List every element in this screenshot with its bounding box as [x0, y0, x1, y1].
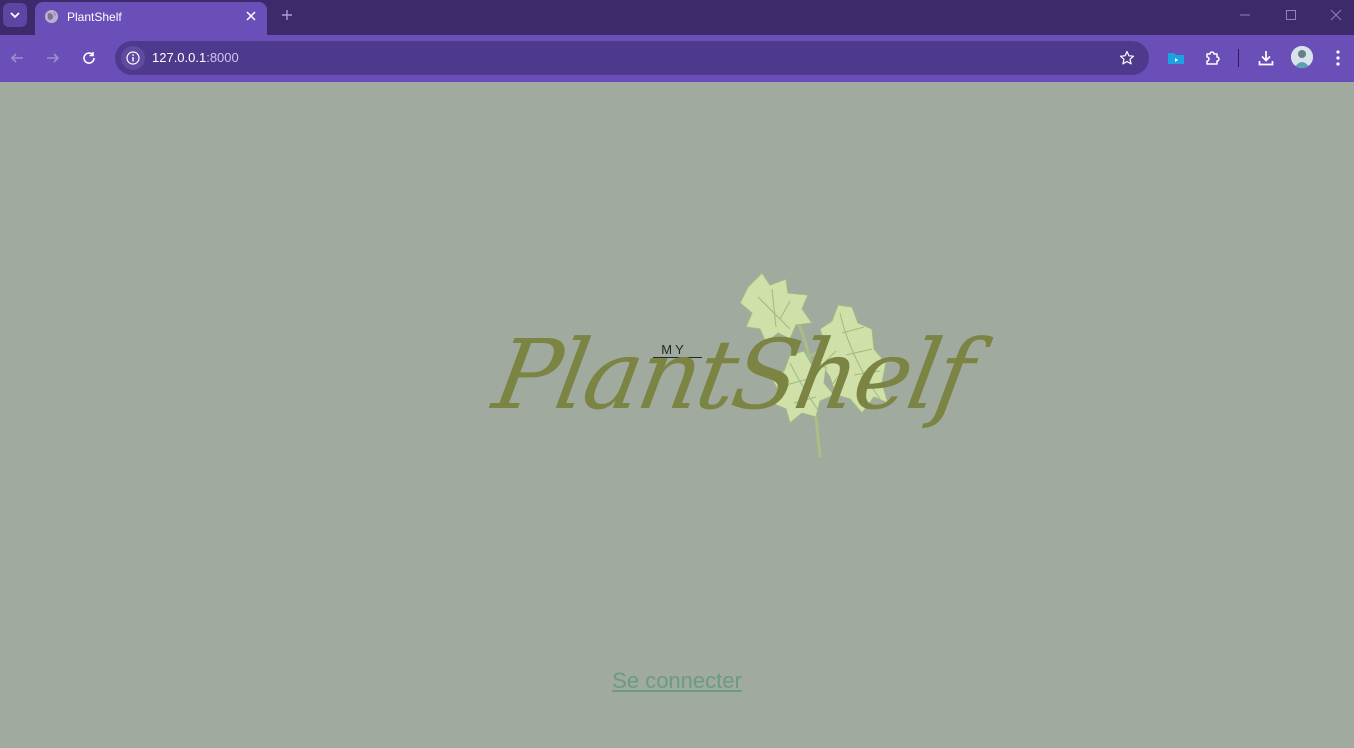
files-extension-button[interactable] — [1165, 47, 1187, 69]
url-port: :8000 — [206, 50, 239, 65]
minimize-button[interactable] — [1235, 5, 1255, 25]
close-window-icon — [1330, 9, 1342, 21]
folder-icon — [1168, 53, 1184, 64]
download-icon — [1258, 51, 1274, 66]
bookmark-button[interactable] — [1117, 48, 1137, 68]
minimize-icon — [1240, 14, 1250, 16]
reload-icon — [83, 52, 95, 64]
close-window-button[interactable] — [1326, 5, 1346, 25]
tab-search-button[interactable] — [3, 3, 27, 27]
browser-toolbar: 127.0.0.1:8000 — [0, 35, 1354, 82]
kebab-menu-icon — [1336, 50, 1340, 66]
reload-button[interactable] — [77, 46, 101, 70]
chevron-down-icon — [10, 12, 20, 19]
extensions-button[interactable] — [1202, 47, 1224, 69]
close-icon — [246, 11, 256, 21]
page-content: MY PlantShelf Se connecter — [0, 82, 1354, 748]
tab-plantshelf[interactable]: PlantShelf — [35, 2, 267, 35]
tab-close-button[interactable] — [243, 8, 259, 24]
url-text: 127.0.0.1:8000 — [152, 50, 239, 65]
site-info-button[interactable] — [121, 46, 145, 70]
star-icon — [1119, 50, 1135, 65]
new-tab-button[interactable] — [277, 5, 297, 25]
tab-title: PlantShelf — [67, 10, 122, 24]
info-icon — [126, 51, 140, 65]
maximize-icon — [1286, 10, 1296, 20]
globe-icon — [44, 9, 59, 24]
login-link[interactable]: Se connecter — [0, 668, 1354, 694]
plus-icon — [282, 10, 292, 20]
puzzle-icon — [1206, 51, 1220, 65]
plantshelf-logo: MY PlantShelf — [486, 267, 979, 482]
downloads-button[interactable] — [1255, 47, 1277, 69]
back-button[interactable] — [5, 46, 29, 70]
forward-arrow-icon — [47, 53, 60, 63]
back-arrow-icon — [10, 53, 23, 63]
logo-brand-text: PlantShelf — [486, 319, 980, 431]
maximize-button[interactable] — [1281, 5, 1301, 25]
profile-avatar[interactable] — [1291, 46, 1313, 68]
toolbar-separator — [1238, 49, 1239, 67]
browser-menu-button[interactable] — [1327, 47, 1349, 69]
forward-button[interactable] — [41, 46, 65, 70]
browser-titlebar: PlantShelf — [0, 0, 1354, 35]
avatar — [1291, 46, 1313, 68]
address-bar[interactable]: 127.0.0.1:8000 — [115, 41, 1149, 75]
url-host: 127.0.0.1 — [152, 50, 207, 65]
